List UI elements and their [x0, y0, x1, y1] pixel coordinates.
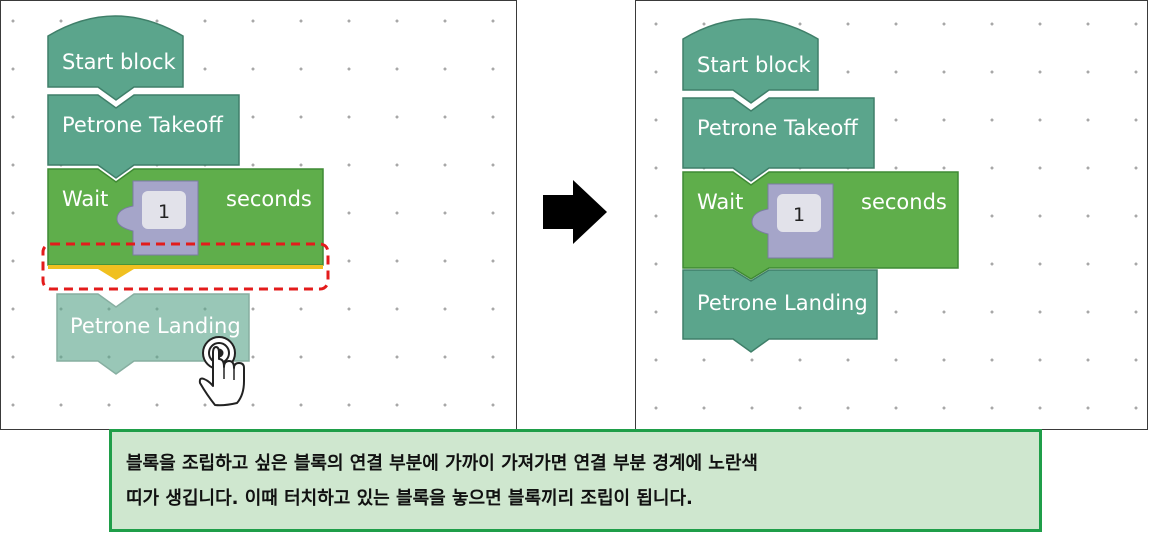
- start-block-label: Start block: [697, 53, 812, 77]
- start-block[interactable]: Start block: [682, 18, 819, 104]
- wait-value: 1: [158, 201, 170, 223]
- landing-block-label: Petrone Landing: [70, 314, 241, 338]
- arrow-right-icon: [543, 180, 607, 244]
- takeoff-block-label: Petrone Takeoff: [62, 113, 223, 137]
- block-canvas-assembled: Start block Petrone Takeoff Wait 1 secon…: [682, 18, 959, 353]
- workspace-before[interactable]: Start block Petrone Takeoff Wait 1 secon…: [0, 0, 517, 430]
- wait-unit-label: seconds: [861, 190, 947, 214]
- caption-box: 블록을 조립하고 싶은 블록의 연결 부분에 가까이 가져가면 연결 부분 경계…: [109, 429, 1042, 532]
- block-canvas: Start block Petrone Takeoff Wait 1 secon…: [41, 15, 330, 407]
- start-block[interactable]: Start block: [47, 15, 184, 101]
- takeoff-block[interactable]: Petrone Takeoff: [47, 94, 240, 179]
- wait-block-label: Wait: [62, 187, 108, 211]
- wait-block-label: Wait: [697, 190, 743, 214]
- caption-line-2: 띠가 생깁니다. 이때 터치하고 있는 블록을 놓으면 블록끼리 조립이 됩니다…: [126, 488, 693, 509]
- wait-unit-label: seconds: [226, 187, 312, 211]
- wait-block[interactable]: Wait 1 seconds: [682, 171, 959, 280]
- workspace-after[interactable]: Start block Petrone Takeoff Wait 1 secon…: [635, 0, 1148, 430]
- wait-block[interactable]: Wait 1 seconds: [47, 168, 324, 280]
- takeoff-block-label: Petrone Takeoff: [697, 116, 858, 140]
- connection-highlight: [48, 265, 323, 280]
- start-block-label: Start block: [62, 50, 177, 74]
- caption-line-1: 블록을 조립하고 싶은 블록의 연결 부분에 가까이 가져가면 연결 부분 경계…: [126, 453, 758, 474]
- landing-block-label: Petrone Landing: [697, 291, 868, 315]
- takeoff-block[interactable]: Petrone Takeoff: [682, 97, 875, 182]
- landing-block[interactable]: Petrone Landing: [682, 269, 878, 353]
- wait-value: 1: [793, 204, 805, 226]
